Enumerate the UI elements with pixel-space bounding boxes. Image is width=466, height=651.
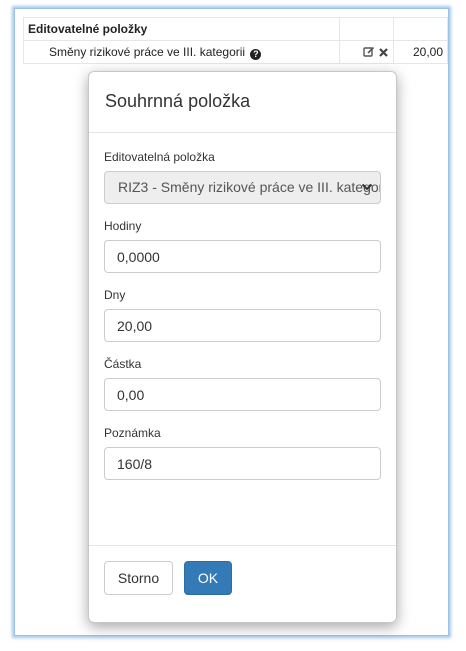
table-section-header: Editovatelné položky: [23, 17, 340, 41]
ok-button[interactable]: OK: [184, 561, 232, 595]
cancel-button[interactable]: Storno: [104, 561, 173, 595]
item-select-value: RIZ3 - Směny rizikové práce ve III. kate…: [118, 179, 381, 195]
table-row-value: 20,00: [393, 40, 448, 64]
hours-field-group: Hodiny: [104, 219, 381, 273]
table-row: Směny rizikové práce ve III. kategorii ?…: [23, 40, 448, 64]
amount-input[interactable]: [104, 378, 381, 411]
item-field-group: Editovatelná položka RIZ3 - Směny riziko…: [104, 150, 381, 204]
chevron-down-icon: [361, 183, 373, 191]
editable-items-table: Editovatelné položky Směny rizikové prác…: [23, 17, 448, 64]
row-actions: [362, 45, 389, 59]
summary-item-modal: Souhrnná položka Editovatelná položka RI…: [88, 71, 397, 623]
note-field-group: Poznámka: [104, 426, 381, 480]
item-select[interactable]: RIZ3 - Směny rizikové práce ve III. kate…: [104, 171, 381, 204]
days-field-group: Dny: [104, 288, 381, 342]
modal-title: Souhrnná položka: [105, 91, 251, 111]
amount-field-group: Částka: [104, 357, 381, 411]
question-circle-icon[interactable]: ?: [250, 48, 262, 60]
amount-field-label: Částka: [104, 357, 142, 371]
close-icon[interactable]: [378, 47, 389, 58]
modal-footer: Storno OK: [89, 545, 396, 622]
item-field-label: Editovatelná položka: [104, 150, 215, 164]
days-field-label: Dny: [104, 288, 126, 302]
table-row-cell-label: Směny rizikové práce ve III. kategorii ?: [23, 40, 388, 64]
hours-field-label: Hodiny: [104, 219, 142, 233]
hours-input[interactable]: [104, 240, 381, 273]
modal-body: Editovatelná položka RIZ3 - Směny riziko…: [89, 133, 396, 480]
days-input[interactable]: [104, 309, 381, 342]
table-header-row: Editovatelné položky: [23, 17, 448, 41]
edit-icon[interactable]: [362, 46, 375, 58]
note-field-label: Poznámka: [104, 426, 161, 440]
note-input[interactable]: [104, 447, 381, 480]
table-row-label: Směny rizikové práce ve III. kategorii: [49, 44, 246, 59]
modal-header: Souhrnná položka: [89, 72, 396, 133]
